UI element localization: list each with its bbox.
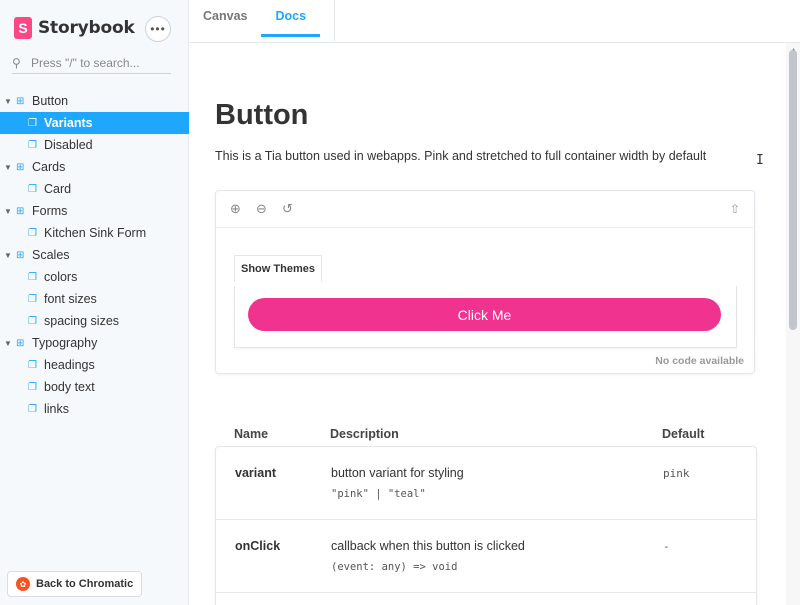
brand[interactable]: S Storybook: [14, 16, 135, 40]
prop-type: "pink" | "teal": [331, 488, 426, 500]
component-icon: ⊞: [16, 337, 25, 349]
bookmark-icon: ❐: [28, 271, 37, 283]
scrollbar-thumb[interactable]: [789, 50, 797, 330]
share-icon[interactable]: ⇧: [730, 202, 740, 216]
component-icon: ⊞: [16, 205, 25, 217]
bookmark-icon: ❐: [28, 117, 37, 129]
main-panel: Canvas Docs ▲ Button This is a Tia butto…: [189, 0, 800, 605]
prop-type: (event: any) => void: [331, 561, 458, 573]
storybook-logo-icon: S: [14, 17, 32, 39]
sidebar-item-label: links: [44, 402, 70, 416]
sidebar-item-label: Variants: [44, 116, 93, 130]
zoom-in-icon[interactable]: ⊕: [230, 201, 256, 217]
sidebar-story[interactable]: ❐ spacing sizes: [0, 310, 189, 332]
preview-toolbar: ⊕ ⊖ ↺ ⇧: [216, 191, 754, 228]
sidebar-item-label: Scales: [32, 248, 70, 262]
bookmark-icon: ❐: [28, 403, 37, 415]
sidebar-story[interactable]: ❐ Kitchen Sink Form: [0, 222, 189, 244]
bookmark-icon: ❐: [28, 139, 37, 151]
prop-description: button variant for styling: [331, 466, 464, 480]
tab-bar: Canvas Docs: [189, 0, 800, 43]
header-name: Name: [234, 427, 269, 441]
no-code-label: No code available: [655, 355, 744, 367]
component-icon: ⊞: [16, 161, 25, 173]
menu-button[interactable]: •••: [145, 16, 171, 42]
sidebar-story[interactable]: ❐ Disabled: [0, 134, 189, 156]
component-icon: ⊞: [16, 95, 25, 107]
tab-divider: [334, 0, 336, 43]
story-tree: ▼ ⊞ Button ❐ Variants ❐ Disabled ▼ ⊞ Cards ❐ Card ▼ ⊞…: [0, 90, 189, 420]
chevron-down-icon: ▼: [4, 338, 12, 348]
back-to-chromatic-button[interactable]: ✿ Back to Chromatic: [7, 571, 143, 597]
sidebar-story[interactable]: ❐ colors: [0, 266, 189, 288]
prop-name: onClick: [235, 539, 281, 553]
page-title: Button: [215, 99, 309, 131]
show-themes-tab[interactable]: Show Themes: [234, 255, 322, 282]
sidebar-item-label: Typography: [32, 336, 98, 350]
props-table: variant button variant for styling "pink…: [215, 446, 757, 605]
tab-canvas[interactable]: Canvas: [189, 0, 261, 37]
prop-description: callback when this button is clicked: [331, 539, 525, 553]
bookmark-icon: ❐: [28, 359, 37, 371]
sidebar-item-label: Disabled: [44, 138, 93, 152]
chevron-down-icon: ▼: [4, 206, 12, 216]
sidebar-item-label: colors: [44, 270, 78, 284]
search-box: ⚲: [12, 52, 171, 74]
table-row: onClick callback when this button is cli…: [216, 520, 756, 593]
bookmark-icon: ❐: [28, 381, 37, 393]
zoom-out-icon[interactable]: ⊖: [256, 201, 282, 217]
click-me-button[interactable]: Click Me: [248, 298, 721, 331]
sidebar-item-label: font sizes: [44, 292, 97, 306]
bookmark-icon: ❐: [28, 227, 37, 239]
bookmark-icon: ❐: [28, 293, 37, 305]
chromatic-icon: ✿: [16, 577, 30, 591]
sidebar-item-label: Button: [32, 94, 69, 108]
story-preview: ⊕ ⊖ ↺ ⇧ Show Themes Click Me No code ava…: [215, 190, 755, 374]
prop-default: pink: [663, 467, 690, 480]
reset-zoom-icon[interactable]: ↺: [282, 201, 308, 217]
sidebar-story[interactable]: ❐ body text: [0, 376, 189, 398]
sidebar-group[interactable]: ▼ ⊞ Button: [0, 90, 189, 112]
sidebar-item-label: Forms: [32, 204, 68, 218]
sidebar-story[interactable]: ❐ font sizes: [0, 288, 189, 310]
sidebar-group[interactable]: ▼ ⊞ Forms: [0, 200, 189, 222]
sidebar-item-label: body text: [44, 380, 95, 394]
header-default: Default: [662, 427, 705, 441]
component-icon: ⊞: [16, 249, 25, 261]
sidebar-story[interactable]: ❐ headings: [0, 354, 189, 376]
chevron-down-icon: ▼: [4, 162, 12, 172]
tab-docs[interactable]: Docs: [261, 0, 320, 37]
header-description: Description: [330, 427, 399, 441]
sidebar-item-label: Kitchen Sink Form: [44, 226, 147, 240]
sidebar-item-label: Cards: [32, 160, 66, 174]
prop-name: variant: [235, 466, 276, 480]
sidebar-group[interactable]: ▼ ⊞ Scales: [0, 244, 189, 266]
sidebar-item-label: headings: [44, 358, 95, 372]
sidebar-story[interactable]: ❐ Variants: [0, 112, 189, 134]
component-description: This is a Tia button used in webapps. Pi…: [215, 149, 707, 163]
sidebar-group[interactable]: ▼ ⊞ Cards: [0, 156, 189, 178]
sidebar-item-label: spacing sizes: [44, 314, 120, 328]
back-to-chromatic-label: Back to Chromatic: [36, 578, 134, 590]
sidebar: S Storybook ••• ⚲ ▼ ⊞ Button ❐ Variants ❐ Disa…: [0, 0, 189, 605]
prop-default: -: [663, 540, 670, 553]
sidebar-story[interactable]: ❐ Card: [0, 178, 189, 200]
search-input[interactable]: [31, 55, 171, 70]
docs-content: Button This is a Tia button used in weba…: [189, 43, 786, 605]
sidebar-item-label: Card: [44, 182, 72, 196]
search-icon: ⚲: [12, 55, 21, 70]
chevron-down-icon: ▼: [4, 96, 12, 106]
bookmark-icon: ❐: [28, 183, 37, 195]
sidebar-group[interactable]: ▼ ⊞ Typography: [0, 332, 189, 354]
brand-name: Storybook: [38, 18, 135, 38]
text-cursor-icon: I: [756, 153, 764, 168]
chevron-down-icon: ▼: [4, 250, 12, 260]
bookmark-icon: ❐: [28, 315, 37, 327]
props-table-header: Name Description Default: [215, 422, 757, 446]
table-row: variant button variant for styling "pink…: [216, 447, 756, 520]
sidebar-story[interactable]: ❐ links: [0, 398, 189, 420]
